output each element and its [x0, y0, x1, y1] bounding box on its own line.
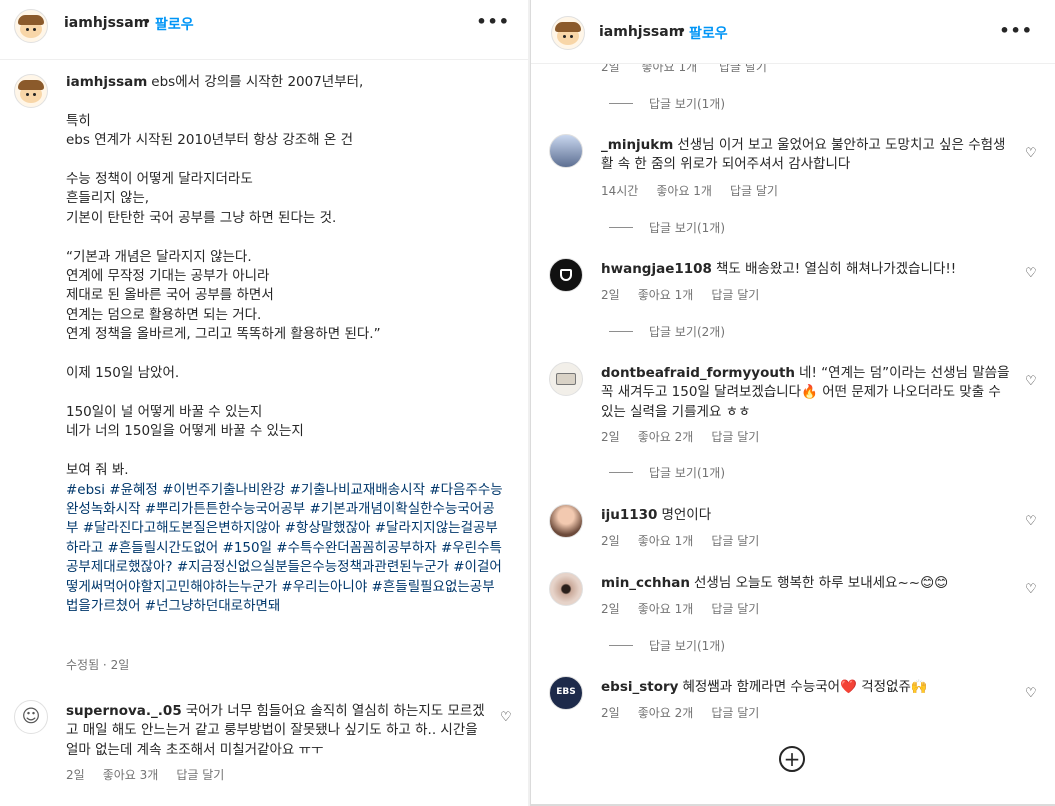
- view-replies-label: 답글 보기(1개): [649, 221, 726, 235]
- comment-likes[interactable]: 좋아요 1개: [656, 184, 712, 198]
- comment-time: 2일: [601, 706, 620, 720]
- comment-username[interactable]: _minjukm: [601, 137, 673, 153]
- comment-time: 2일: [66, 768, 85, 782]
- comment-body: ebsi_story 혜정쌤과 함께라면 수능국어❤️ 걱정없쥬🙌: [601, 678, 1011, 697]
- comment-text: 명언이다: [661, 507, 712, 523]
- comment-likes[interactable]: 좋아요 1개: [638, 534, 694, 548]
- comment-username[interactable]: ebsi_story: [601, 679, 678, 695]
- author-avatar[interactable]: [14, 9, 48, 43]
- comment-likes[interactable]: 좋아요 3개: [103, 768, 159, 782]
- reply-button[interactable]: 답글 달기: [730, 184, 778, 198]
- comment-meta: 2일 좋아요 2개 답글 달기: [601, 428, 777, 447]
- reply-button[interactable]: 답글 달기: [711, 602, 759, 616]
- comment-body: min_cchhan 선생님 오늘도 행복한 하루 보내세요~~😊😊: [601, 574, 1011, 593]
- comment-username[interactable]: dontbeafraid_formyyouth: [601, 365, 795, 381]
- like-heart-icon[interactable]: ♡: [1025, 372, 1037, 391]
- comment-meta: 2일 좋아요 1개 답글 달기: [601, 600, 777, 619]
- like-heart-icon[interactable]: ♡: [1025, 684, 1037, 703]
- comment-text: 선생님 오늘도 행복한 하루 보내세요~~😊😊: [694, 575, 949, 591]
- commenter-avatar[interactable]: [549, 258, 583, 292]
- reply-button[interactable]: 답글 달기: [711, 706, 759, 720]
- comment-meta: 14시간 좋아요 1개 답글 달기: [601, 182, 796, 201]
- comment-body: dontbeafraid_formyyouth 네! “연계는 덤”이라는 선생님…: [601, 364, 1011, 422]
- like-heart-icon[interactable]: ♡: [500, 708, 512, 727]
- commenter-avatar[interactable]: EBS: [549, 676, 583, 710]
- comment-time: 2일: [601, 534, 620, 548]
- right-separator-dot: •: [678, 23, 687, 39]
- caption-hashtags[interactable]: #ebsi #윤혜정 #이번주기출나비완강 #기출나비교재배송시작 #다음주수능…: [66, 482, 503, 614]
- comment-likes[interactable]: 좋아요 2개: [638, 430, 694, 444]
- reply-button[interactable]: 답글 달기: [711, 534, 759, 548]
- post-header: iamhjssam • 팔로우 •••: [0, 0, 528, 60]
- commenter-avatar[interactable]: [549, 134, 583, 168]
- commenter-avatar[interactable]: [549, 504, 583, 538]
- comment-body: hwangjae1108 책도 배송왔고! 열심히 해쳐나가겠습니다!!: [601, 260, 1011, 279]
- comment-meta: 2일 좋아요 3개 답글 달기: [66, 766, 242, 785]
- like-heart-icon[interactable]: ♡: [1025, 580, 1037, 599]
- view-replies-button[interactable]: 답글 보기(1개): [609, 95, 725, 112]
- post-caption: iamhjssam ebs에서 강의를 시작한 2007년부터, 특히 ebs 연…: [66, 73, 506, 616]
- right-author-avatar[interactable]: [551, 16, 585, 50]
- author-username[interactable]: iamhjssam: [64, 15, 148, 31]
- comment-meta: 2일 좋아요 1개 답글 달기: [601, 532, 777, 551]
- right-more-options-icon[interactable]: •••: [999, 21, 1033, 40]
- like-heart-icon[interactable]: ♡: [1025, 144, 1037, 163]
- comment-username[interactable]: min_cchhan: [601, 575, 690, 591]
- right-header: iamhjssam • 팔로우 •••: [531, 0, 1055, 64]
- comment-body: _minjukm 선생님 이거 보고 울었어요 불안하고 도망치고 싶은 수험생활…: [601, 136, 1011, 175]
- like-heart-icon[interactable]: ♡: [1025, 512, 1037, 531]
- comment-likes[interactable]: 좋아요 2개: [638, 706, 694, 720]
- comment-text: 책도 배송왔고! 열심히 해쳐나가겠습니다!!: [715, 261, 957, 277]
- comment-username[interactable]: hwangjae1108: [601, 261, 712, 277]
- view-replies-label: 답글 보기(1개): [649, 639, 726, 653]
- comment-likes[interactable]: 좋아요 1개: [638, 602, 694, 616]
- like-heart-icon[interactable]: ♡: [1025, 264, 1037, 283]
- load-more-comments-icon[interactable]: +: [779, 746, 805, 772]
- comment-time: 14시간: [601, 184, 639, 198]
- view-replies-button[interactable]: 답글 보기(1개): [609, 464, 725, 481]
- more-options-icon[interactable]: •••: [476, 12, 510, 31]
- view-replies-button[interactable]: 답글 보기(1개): [609, 219, 725, 236]
- reply-button[interactable]: 답글 달기: [711, 430, 759, 444]
- caption-text: ebs에서 강의를 시작한 2007년부터, 특히 ebs 연계가 시작된 20…: [66, 74, 381, 479]
- comment-username[interactable]: iju1130: [601, 507, 657, 523]
- follow-button[interactable]: 팔로우: [155, 14, 194, 34]
- comment-body: supernova._.05 국어가 너무 힘들어요 솔직히 열심히 하는지도 모…: [66, 702, 486, 760]
- commenter-avatar[interactable]: [549, 572, 583, 606]
- view-replies-label: 답글 보기(1개): [649, 466, 726, 480]
- view-replies-button[interactable]: 답글 보기(2개): [609, 323, 725, 340]
- right-follow-button[interactable]: 팔로우: [689, 23, 728, 43]
- comment-text: 혜정쌤과 함께라면 수능국어❤️ 걱정없쥬🙌: [682, 679, 928, 695]
- caption-avatar[interactable]: [14, 74, 48, 108]
- comment-time: 2일: [601, 288, 620, 302]
- separator-dot: •: [143, 14, 152, 30]
- comment-time: 2일: [601, 430, 620, 444]
- caption-username[interactable]: iamhjssam: [66, 74, 147, 90]
- comment-meta: 2일 좋아요 1개 답글 달기: [601, 286, 777, 305]
- comment-meta: 2일 좋아요 2개 답글 달기: [601, 704, 777, 723]
- comment-likes[interactable]: 좋아요 1개: [638, 288, 694, 302]
- left-post-panel: iamhjssam • 팔로우 ••• iamhjssam ebs에서 강의를 시…: [0, 0, 528, 806]
- right-author-username[interactable]: iamhjssam: [599, 24, 683, 40]
- reply-button[interactable]: 답글 달기: [711, 288, 759, 302]
- comment-time: 2일: [601, 602, 620, 616]
- comment-body: iju1130 명언이다: [601, 506, 1011, 525]
- reply-button[interactable]: 답글 달기: [176, 768, 224, 782]
- comment-username[interactable]: supernova._.05: [66, 703, 182, 719]
- right-comments-panel: 2일 좋아요 1개 답글 달기 iamhjssam • 팔로우 ••• 답글 보…: [530, 0, 1055, 806]
- view-replies-button[interactable]: 답글 보기(1개): [609, 637, 725, 654]
- commenter-avatar[interactable]: ☺: [14, 700, 48, 734]
- edited-timestamp: 수정됨 · 2일: [66, 658, 130, 672]
- view-replies-label: 답글 보기(2개): [649, 325, 726, 339]
- commenter-avatar[interactable]: [549, 362, 583, 396]
- view-replies-label: 답글 보기(1개): [649, 97, 726, 111]
